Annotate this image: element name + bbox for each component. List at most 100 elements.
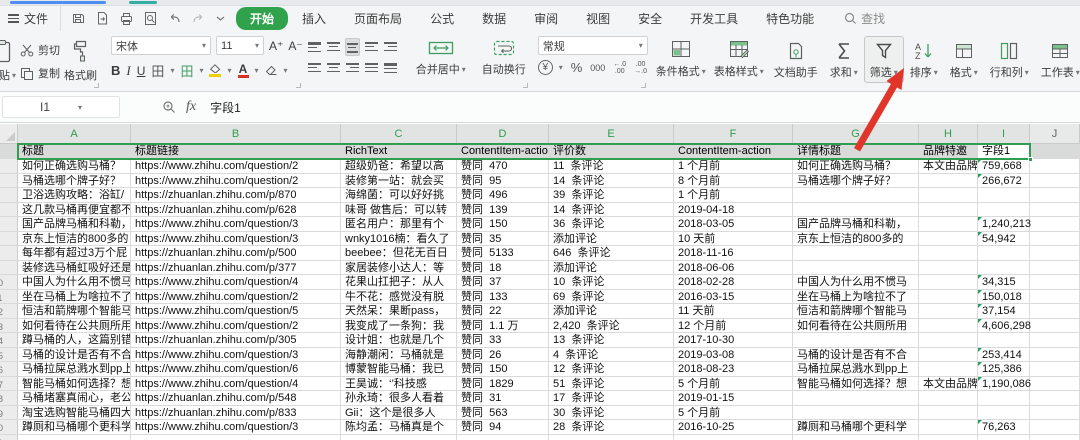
cell-D17[interactable]: 赞同 1829 [457, 377, 549, 391]
row-number[interactable]: 11 [0, 290, 18, 304]
cell-I18[interactable] [978, 391, 1030, 405]
cell-H8[interactable] [919, 246, 978, 260]
bold-button[interactable]: B [111, 63, 120, 78]
row-number[interactable]: 12 [0, 304, 18, 318]
cell-B16[interactable]: https://www.zhihu.com/question/6 [131, 362, 341, 376]
cell-F13[interactable]: 12 个月前 [674, 319, 793, 333]
column-header-H[interactable]: H [919, 124, 978, 143]
cell-A9[interactable]: 装修选马桶虹吸好还是 [18, 261, 131, 275]
cell-H6[interactable] [919, 217, 978, 231]
cell-E2[interactable]: 11 条评论 [549, 159, 674, 173]
row-number[interactable]: 9 [0, 261, 18, 275]
cell-A13[interactable]: 如何看待在公共厕所用 [18, 319, 131, 333]
cell-A10[interactable]: 中国人为什么用不惯马 [18, 275, 131, 289]
cell-F4[interactable]: 1 个月前 [674, 188, 793, 202]
cell-F2[interactable]: 1 个月前 [674, 159, 793, 173]
grow-font-button[interactable]: A⁺ [269, 39, 283, 53]
cell-I3[interactable]: 266,672 [978, 174, 1030, 188]
cell-H2[interactable]: 本文由品牌 [919, 159, 978, 173]
row-number[interactable]: 5 [0, 203, 18, 217]
cell-F5[interactable]: 2019-04-18 [674, 203, 793, 217]
cell-G21[interactable] [793, 435, 919, 440]
cell-H9[interactable] [919, 261, 978, 275]
align-top-button[interactable] [307, 38, 322, 56]
cell-G8[interactable] [793, 246, 919, 260]
cell-G9[interactable] [793, 261, 919, 275]
comma-format-button[interactable]: 000 [590, 63, 605, 73]
cell-B6[interactable]: https://www.zhihu.com/question/3 [131, 217, 341, 231]
cell-I21[interactable] [978, 435, 1030, 440]
cell-B5[interactable]: https://zhuanlan.zhihu.com/p/628 [131, 203, 341, 217]
row-number[interactable]: 20 [0, 420, 18, 434]
column-header-D[interactable]: D [457, 124, 549, 143]
align-middle-button[interactable] [326, 38, 341, 56]
cell-A14[interactable]: 蹲马桶的人，这篇别错 [18, 333, 131, 347]
cell-I15[interactable]: 253,414 [978, 348, 1030, 362]
cell-A4[interactable]: 卫浴选购攻略：浴缸/ [18, 188, 131, 202]
cell-G7[interactable]: 京东上恒洁的800多的 [793, 232, 919, 246]
wrap-text-button[interactable]: 自动换行 [478, 36, 530, 80]
number-format-select[interactable]: 常规▾ [538, 36, 648, 55]
cell-I9[interactable] [978, 261, 1030, 275]
cell-I1[interactable]: 字段1 [978, 144, 1030, 158]
cell-A6[interactable]: 国产品牌马桶和科勒， [18, 217, 131, 231]
cell-D21[interactable] [457, 435, 549, 440]
cell-J1[interactable] [1030, 144, 1080, 158]
cell-B9[interactable]: https://zhuanlan.zhihu.com/p/377 [131, 261, 341, 275]
cell-J12[interactable] [1030, 304, 1080, 318]
redo-button[interactable] [191, 11, 206, 26]
cell-D15[interactable]: 赞同 26 [457, 348, 549, 362]
cell-I12[interactable]: 37,154 [978, 304, 1030, 318]
cell-J6[interactable] [1030, 217, 1080, 231]
cell-B19[interactable]: https://zhuanlan.zhihu.com/p/833 [131, 406, 341, 420]
copy-button[interactable]: 复制 [20, 65, 60, 81]
row-number[interactable]: 10 [0, 275, 18, 289]
cell-G19[interactable] [793, 406, 919, 420]
cell-J3[interactable] [1030, 174, 1080, 188]
row-number[interactable]: 3 [0, 174, 18, 188]
cell-C14[interactable]: 设计姐：也就是几个 [341, 333, 457, 347]
cell-A11[interactable]: 坐在马桶上为啥拉不了 [18, 290, 131, 304]
cell-G11[interactable]: 坐在马桶上为啥拉不了 [793, 290, 919, 304]
cell-F17[interactable]: 5 个月前 [674, 377, 793, 391]
cell-C15[interactable]: 海静潮闲：马桶就是 [341, 348, 457, 362]
cell-I2[interactable]: 759,668 [978, 159, 1030, 173]
cell-H16[interactable] [919, 362, 978, 376]
cell-F7[interactable]: 10 天前 [674, 232, 793, 246]
format-button[interactable]: 格式▾ [944, 36, 984, 83]
cell-J15[interactable] [1030, 348, 1080, 362]
conditional-format-button[interactable]: 条件格式▾ [652, 36, 710, 82]
cell-C17[interactable]: 王昊诚：‘’科技感 [341, 377, 457, 391]
cell-G13[interactable]: 如何看待在公共厕所用 [793, 319, 919, 333]
cell-B4[interactable]: https://zhuanlan.zhihu.com/p/870 [131, 188, 341, 202]
row-number[interactable]: 6 [0, 217, 18, 231]
cell-F9[interactable]: 2018-06-06 [674, 261, 793, 275]
cell-I17[interactable]: 1,190,086 [978, 377, 1030, 391]
row-number[interactable]: 19 [0, 406, 18, 420]
cell-B12[interactable]: https://www.zhihu.com/question/5 [131, 304, 341, 318]
cell-H11[interactable] [919, 290, 978, 304]
cell-E18[interactable]: 17 条评论 [549, 391, 674, 405]
menu-tab-6[interactable]: 审阅 [520, 7, 572, 30]
cell-B1[interactable]: 标题链接 [131, 144, 341, 158]
cell-A19[interactable]: 淘宝选购智能马桶四大 [18, 406, 131, 420]
filter-button[interactable]: 筛选▾ [864, 36, 904, 83]
cell-D6[interactable]: 赞同 150 [457, 217, 549, 231]
cell-J16[interactable] [1030, 362, 1080, 376]
cell-E9[interactable]: 添加评论 [549, 261, 674, 275]
cut-button[interactable]: 剪切 [20, 42, 60, 58]
cell-I4[interactable] [978, 188, 1030, 202]
cell-E14[interactable]: 13 条评论 [549, 333, 674, 347]
menu-tab-1[interactable]: 开始 [236, 7, 288, 30]
cell-H10[interactable] [919, 275, 978, 289]
cell-A3[interactable]: 马桶选哪个牌子好？ [18, 174, 131, 188]
column-header-G[interactable]: G [793, 124, 919, 143]
cell-I10[interactable]: 34,315 [978, 275, 1030, 289]
cell-C9[interactable]: 家居装修小达人：等 [341, 261, 457, 275]
increase-indent-button[interactable] [383, 38, 398, 56]
cell-C12[interactable]: 天然呆：果断pass， [341, 304, 457, 318]
cell-E21[interactable] [549, 435, 674, 440]
row-number[interactable]: 21 [0, 435, 18, 440]
undo-button[interactable] [167, 11, 182, 26]
row-number[interactable]: 2 [0, 159, 18, 173]
